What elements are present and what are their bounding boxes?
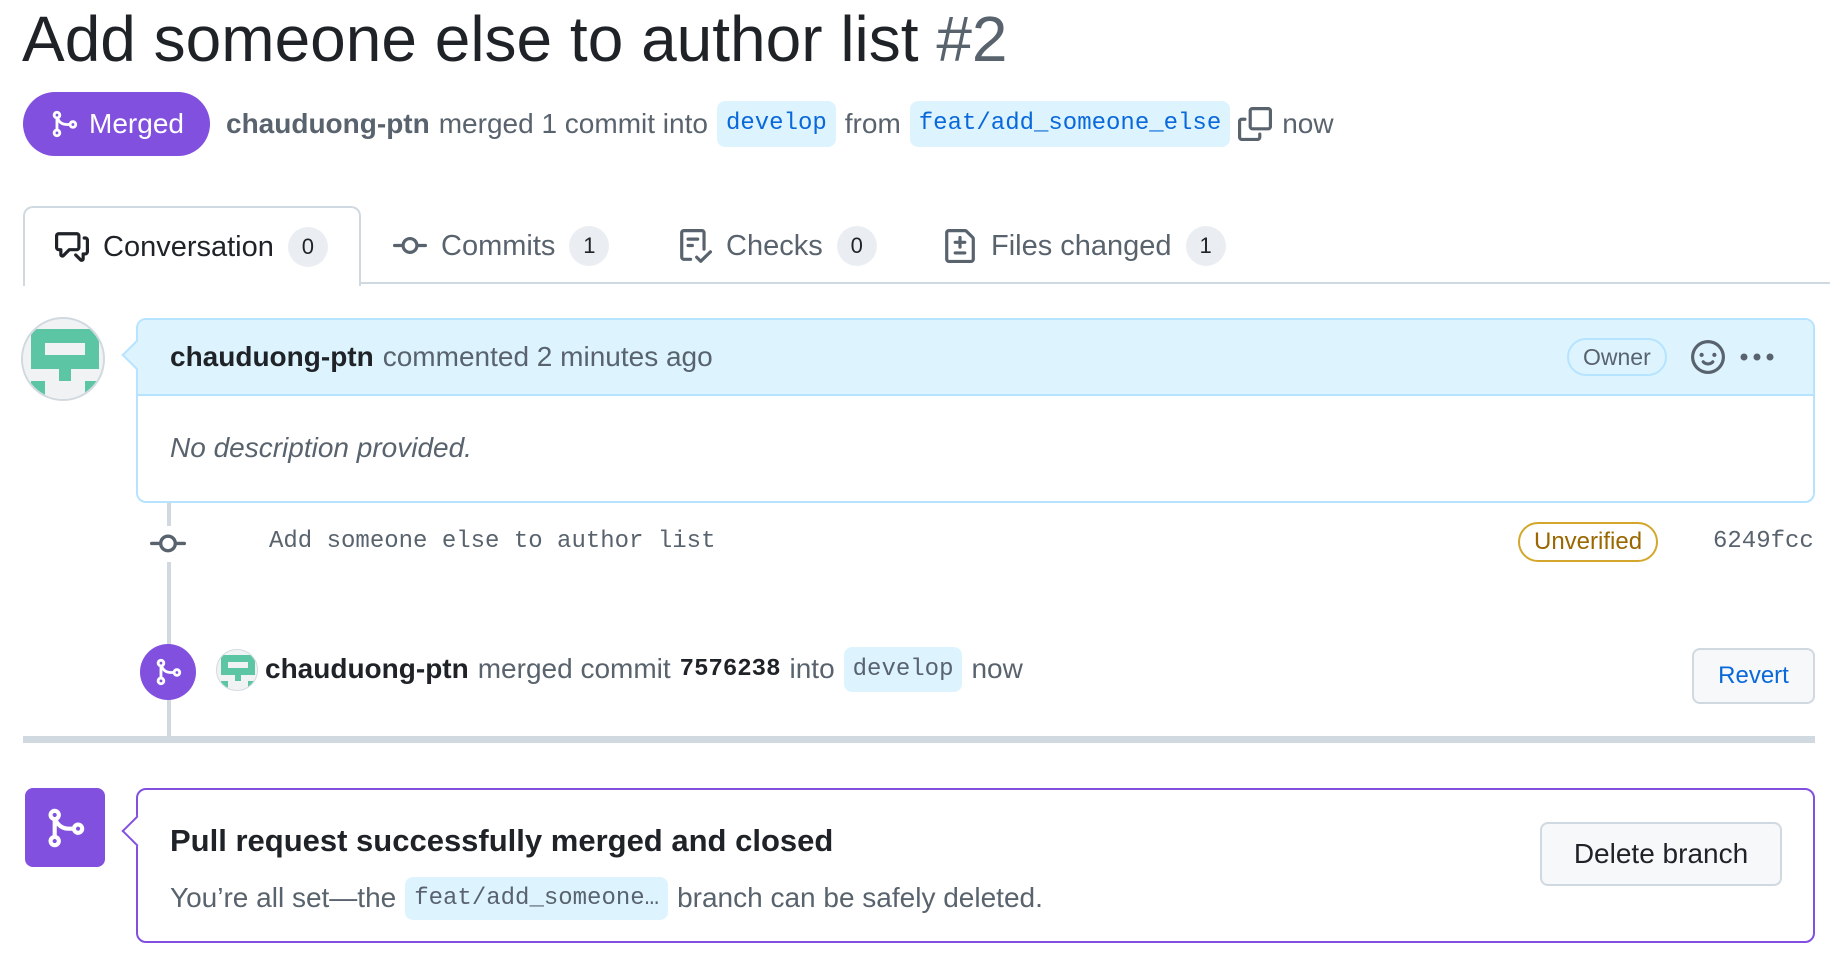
commit-message-link[interactable]: Add someone else to author list (269, 528, 715, 555)
pr-meta-from: from (844, 108, 901, 139)
merge-box-desc-before: You’re all set—the (170, 882, 397, 913)
file-diff-icon (945, 229, 975, 263)
tab-conversation[interactable]: Conversation 0 (23, 206, 361, 286)
pr-title: Add someone else to author list #2 (22, 2, 1008, 76)
pr-meta-action: merged 1 commit into (438, 108, 708, 139)
pr-number: #2 (936, 3, 1008, 75)
commit-row: Add someone else to author list Unverifi… (148, 522, 1816, 562)
kebab-menu-icon[interactable] (1738, 342, 1776, 372)
tab-commits[interactable]: Commits 1 (393, 206, 610, 286)
merge-box-caret (121, 815, 153, 847)
tab-commits-count: 1 (569, 226, 610, 266)
tab-checks-label: Checks (726, 229, 823, 262)
git-commit-icon (150, 526, 186, 562)
commit-sha-link[interactable]: 6249fcc (1713, 528, 1814, 555)
comment-box: chauduong-ptn commented 2 minutes ago Ow… (121, 318, 1815, 503)
tab-files-changed-count: 1 (1185, 226, 1226, 266)
state-badge-label: Merged (89, 108, 184, 139)
identicon-icon (23, 319, 103, 399)
pr-title-text: Add someone else to author list (22, 3, 919, 75)
merge-branch-link[interactable]: develop (843, 646, 963, 692)
tab-checks[interactable]: Checks 0 (678, 206, 877, 286)
delete-branch-button[interactable]: Delete branch (1540, 822, 1782, 886)
comment-header: chauduong-ptn commented 2 minutes ago Ow… (138, 320, 1813, 396)
merge-into: into (789, 653, 835, 684)
merge-box-desc-after: branch can be safely deleted. (677, 882, 1043, 913)
tab-files-changed[interactable]: Files changed 1 (943, 206, 1226, 286)
merge-author-link[interactable]: chauduong-ptn (265, 653, 469, 685)
identicon-icon (217, 650, 257, 690)
merge-action: merged commit (477, 653, 671, 684)
avatar[interactable] (216, 649, 258, 691)
merge-box-description: You’re all set—the feat/add_someone… bra… (170, 876, 1043, 920)
comment-body: No description provided. (170, 432, 472, 463)
tab-conversation-label: Conversation (103, 230, 274, 263)
owner-badge: Owner (1567, 338, 1667, 376)
git-merge-icon (48, 808, 85, 847)
comment-discussion-icon (55, 232, 89, 262)
merged-state-badge: Merged (23, 92, 210, 156)
pr-author-link[interactable]: chauduong-ptn (226, 108, 430, 140)
avatar[interactable] (21, 317, 105, 401)
merged-status-icon (25, 788, 105, 867)
comment-author-link[interactable]: chauduong-ptn (170, 341, 374, 373)
tab-checks-count: 0 (836, 226, 877, 266)
tab-commits-label: Commits (441, 229, 556, 262)
head-branch-link[interactable]: feat/add_someone_else (909, 100, 1231, 148)
git-merge-icon (52, 110, 78, 138)
git-merge-icon (156, 658, 182, 686)
merge-commit-sha-link[interactable]: 7576238 (680, 656, 781, 683)
merge-event: chauduong-ptn merged commit 7576238 into… (140, 644, 1820, 704)
copy-icon[interactable] (1238, 107, 1273, 141)
checklist-icon (680, 229, 712, 263)
merge-event-badge (140, 644, 196, 700)
merge-box-title: Pull request successfully merged and clo… (170, 823, 834, 858)
git-commit-icon (393, 236, 427, 254)
revert-button[interactable]: Revert (1692, 648, 1815, 704)
pr-meta-time: now (1282, 108, 1334, 139)
merge-time: now (971, 653, 1023, 684)
merge-event-text: chauduong-ptn merged commit 7576238 into… (265, 644, 1023, 694)
base-branch-link[interactable]: develop (716, 100, 836, 148)
pr-meta: chauduong-ptn merged 1 commit into devel… (226, 100, 1334, 148)
comment-action: commented 2 minutes ago (382, 341, 713, 372)
timeline-divider (23, 736, 1815, 743)
tab-files-changed-label: Files changed (991, 229, 1172, 262)
smiley-icon[interactable] (1691, 340, 1725, 374)
unverified-badge[interactable]: Unverified (1518, 522, 1659, 562)
tab-conversation-count: 0 (287, 227, 328, 267)
merge-box-branch[interactable]: feat/add_someone… (405, 876, 669, 920)
pr-tabs: Conversation 0 Commits 1 Checks 0 Files … (23, 206, 1830, 286)
merge-status-box: Pull request successfully merged and clo… (121, 788, 1815, 943)
